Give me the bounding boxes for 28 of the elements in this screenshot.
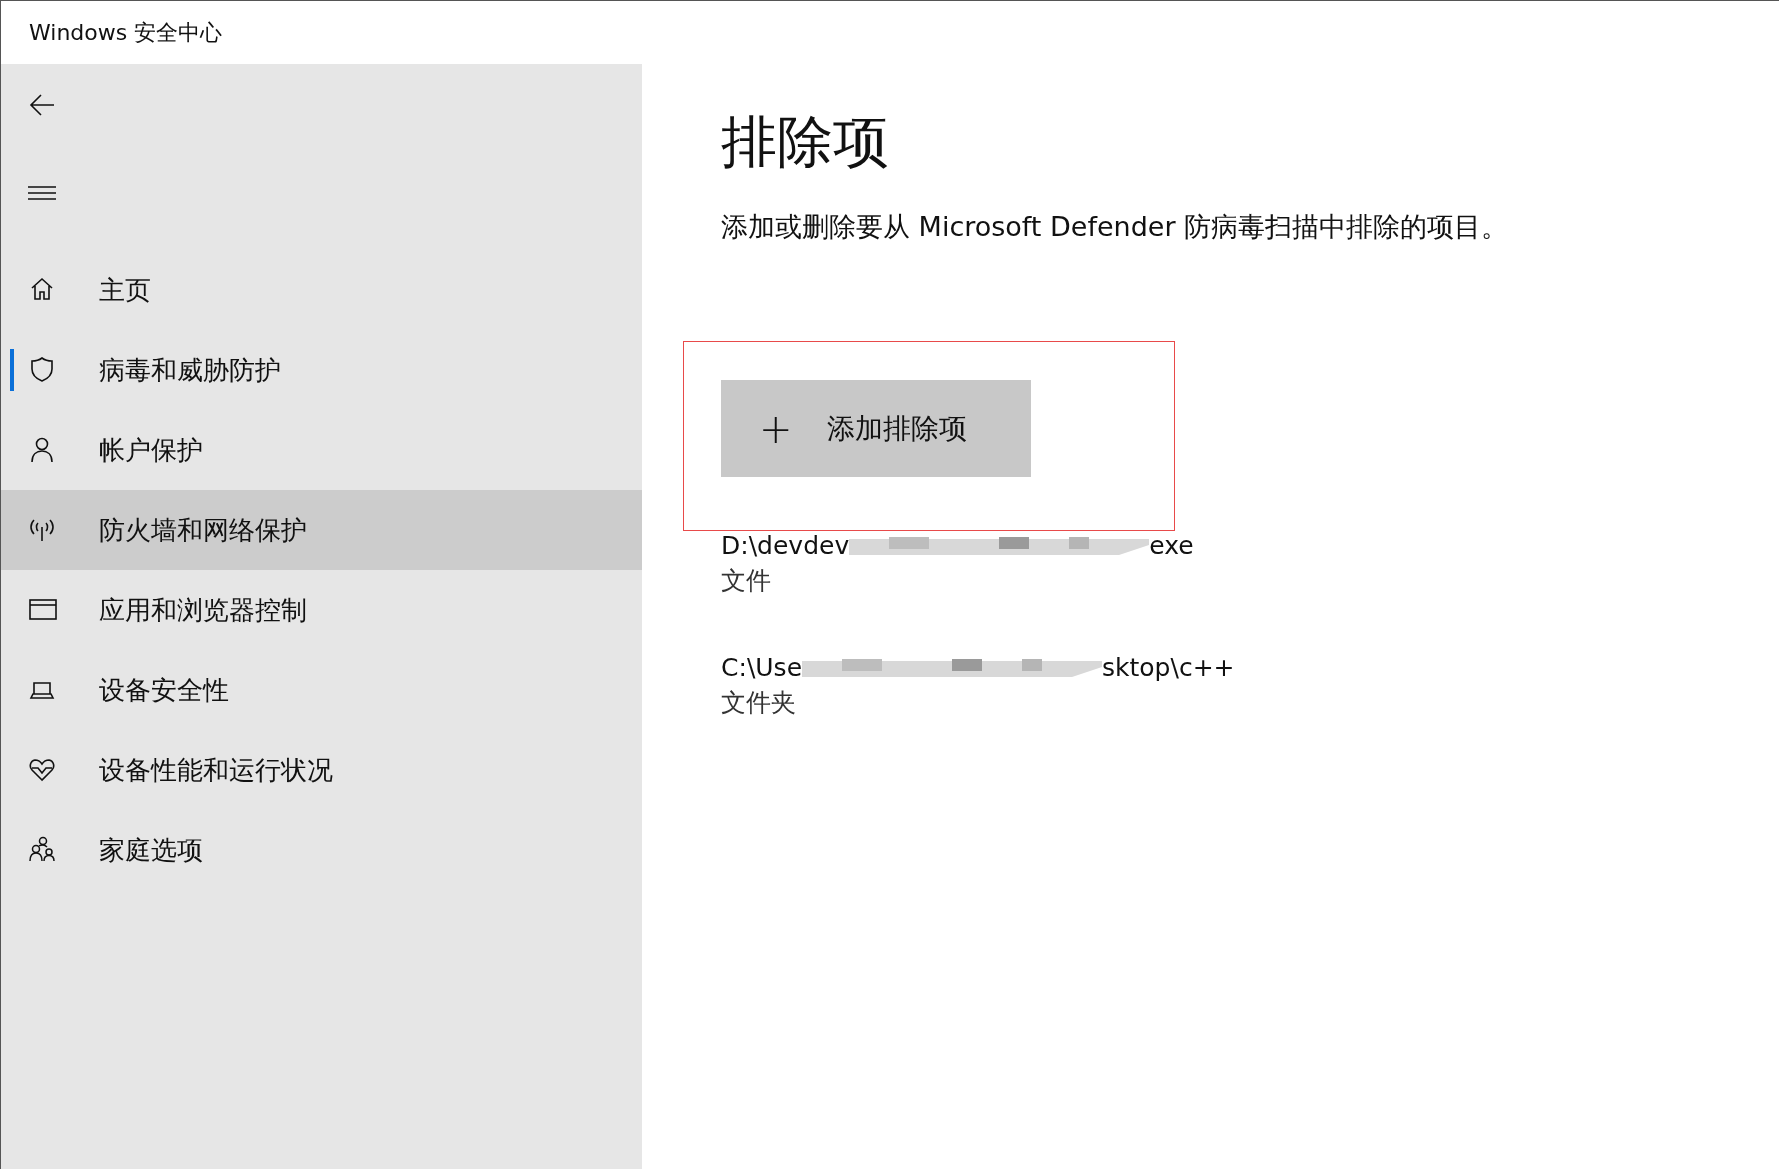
sidebar-item[interactable]: 防火墙和网络保护 xyxy=(1,490,642,570)
exclusion-item[interactable]: D:\devdev exe 文件 xyxy=(721,531,1194,598)
sidebar-item[interactable]: 主页 xyxy=(1,250,642,330)
add-exclusion-button[interactable]: + 添加排除项 xyxy=(721,380,1031,478)
sidebar-item[interactable]: 病毒和威胁防护 xyxy=(1,330,642,410)
item-type: 文件 xyxy=(721,565,772,598)
nav-label: 设备性能和运行状况 xyxy=(99,753,333,787)
nav-label: 帐户保护 xyxy=(99,433,203,467)
path-text: D:\devdev xyxy=(721,531,850,561)
nav-label: 应用和浏览器控制 xyxy=(99,593,307,627)
nav-label: 主页 xyxy=(99,273,151,307)
path-text: C:\Use xyxy=(721,653,802,683)
page-title: 排除项 xyxy=(721,108,889,176)
sidebar-item[interactable]: 设备性能和运行状况 xyxy=(1,730,642,810)
page-description: 添加或删除要从 Microsoft Defender 防病毒扫描中排除的项目。 xyxy=(721,210,1509,245)
exclusion-item[interactable]: C:\Use sktop\c++ 文件夹 xyxy=(721,653,1235,720)
sidebar-item[interactable]: 帐户保护 xyxy=(1,410,642,490)
path-text: exe xyxy=(1149,531,1194,561)
sidebar-item[interactable]: 设备安全性 xyxy=(1,650,642,730)
path-text: sktop\c++ xyxy=(1102,653,1235,683)
window-title: Windows 安全中心 xyxy=(29,18,223,47)
nav-label: 家庭选项 xyxy=(99,833,203,867)
item-type: 文件夹 xyxy=(721,687,797,720)
nav-label: 病毒和威胁防护 xyxy=(99,353,281,387)
nav-label: 设备安全性 xyxy=(99,673,229,707)
sidebar-item[interactable]: 应用和浏览器控制 xyxy=(1,570,642,650)
nav-label: 防火墙和网络保护 xyxy=(99,513,307,547)
sidebar-item[interactable]: 家庭选项 xyxy=(1,810,642,890)
